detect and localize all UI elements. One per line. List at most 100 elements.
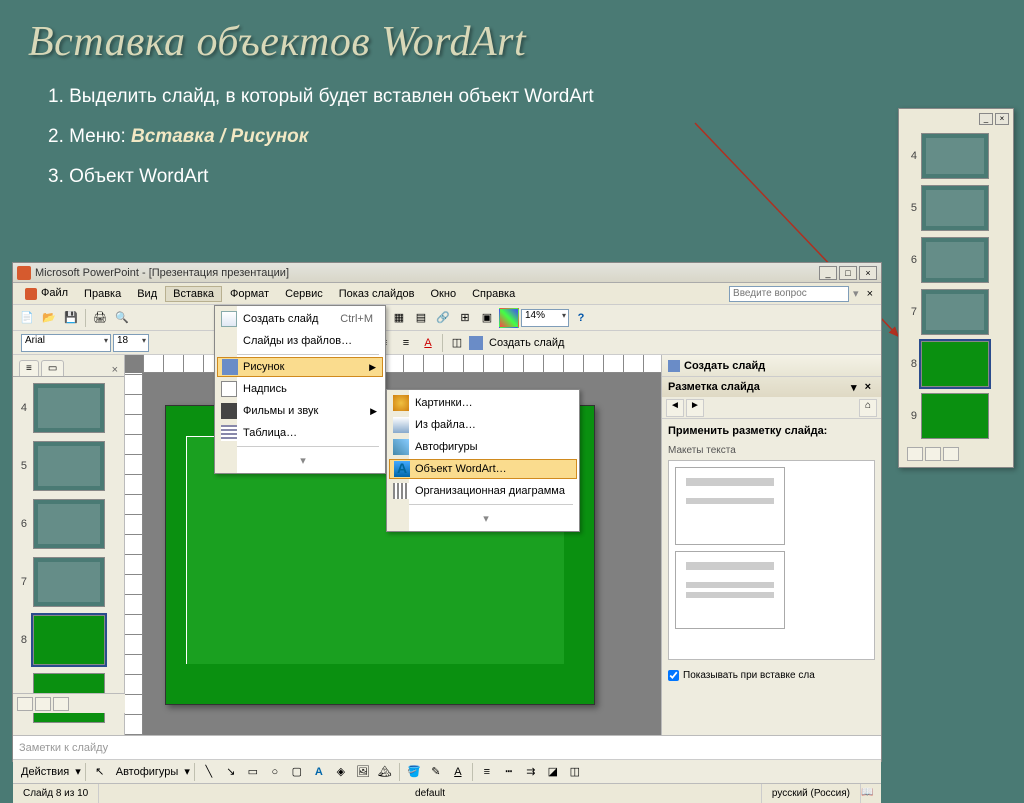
insert-textbox[interactable]: Надпись — [217, 378, 383, 400]
menu-tools[interactable]: Сервис — [277, 286, 331, 302]
table-icon[interactable]: ▦ — [389, 308, 409, 328]
shadow-icon[interactable]: ◪ — [543, 762, 563, 782]
autoshapes-menu[interactable]: Автофигуры — [112, 766, 183, 778]
notes-area[interactable]: Заметки к слайду — [13, 735, 881, 759]
status-spellcheck-icon[interactable]: 📖 — [861, 787, 875, 801]
side-close-icon[interactable]: × — [995, 113, 1009, 125]
indent-inc-icon[interactable]: ≡ — [396, 333, 416, 353]
print-icon[interactable]: 🖨 — [90, 308, 110, 328]
save-icon[interactable]: 💾 — [61, 308, 81, 328]
outline-tab[interactable]: ≡ — [19, 360, 39, 376]
menu-format[interactable]: Формат — [222, 286, 277, 302]
open-icon[interactable]: 📂 — [39, 308, 59, 328]
thumb-7[interactable] — [33, 557, 105, 607]
new-slide-button-icon[interactable] — [469, 336, 483, 350]
fill-icon[interactable]: 🪣 — [404, 762, 424, 782]
panel-close-icon[interactable]: × — [106, 364, 124, 376]
line-style-icon[interactable]: ≡ — [477, 762, 497, 782]
font-color2-icon[interactable]: A — [448, 762, 468, 782]
task-back-icon[interactable]: ◄ — [666, 399, 684, 417]
hyperlink-icon[interactable]: 🔗 — [433, 308, 453, 328]
insert-expand[interactable]: ▾ — [217, 449, 383, 471]
insert-movie-sound[interactable]: Фильмы и звук▶ — [217, 400, 383, 422]
pic-clipart[interactable]: Картинки… — [389, 392, 577, 414]
textbox-icon[interactable]: ▢ — [287, 762, 307, 782]
pic-autoshapes[interactable]: Автофигуры — [389, 436, 577, 458]
expand-icon[interactable]: ⊞ — [455, 308, 475, 328]
side-thumb-8[interactable] — [921, 341, 989, 387]
insert-slides-from-file[interactable]: Слайды из файлов… — [217, 330, 383, 352]
thumb-8[interactable] — [33, 615, 105, 665]
draw-actions-menu[interactable]: Действия — [17, 766, 73, 778]
3d-icon[interactable]: ◫ — [565, 762, 585, 782]
side-thumb-4[interactable] — [921, 133, 989, 179]
arrow-icon[interactable]: ↘ — [221, 762, 241, 782]
insert-picture[interactable]: Рисунок▶ — [217, 357, 383, 377]
minimize-button[interactable]: _ — [819, 266, 837, 280]
maximize-button[interactable]: □ — [839, 266, 857, 280]
menu-edit[interactable]: Правка — [76, 286, 129, 302]
size-combo[interactable]: 18 — [113, 334, 149, 352]
side-min-icon[interactable]: _ — [979, 113, 993, 125]
help-dropdown-icon[interactable]: ▾ — [853, 287, 859, 300]
sorter-view-icon[interactable] — [35, 697, 51, 711]
menu-help[interactable]: Справка — [464, 286, 523, 302]
layout-title[interactable] — [675, 467, 785, 545]
side-thumb-5[interactable] — [921, 185, 989, 231]
zoom-combo[interactable]: 14% — [521, 309, 569, 327]
pic-wordart[interactable]: AОбъект WordArt… — [389, 459, 577, 479]
line-icon[interactable]: ╲ — [199, 762, 219, 782]
preview-icon[interactable]: 🔍 — [112, 308, 132, 328]
font-combo[interactable]: Arial — [21, 334, 111, 352]
show-on-insert-checkbox[interactable] — [668, 670, 679, 681]
task-home-icon[interactable]: ⌂ — [859, 399, 877, 417]
select-icon[interactable]: ↖ — [90, 762, 110, 782]
picture-icon[interactable]: 🏔 — [375, 762, 395, 782]
menu-slideshow[interactable]: Показ слайдов — [331, 286, 423, 302]
layout-title-content[interactable] — [675, 551, 785, 629]
side-thumb-9[interactable] — [921, 393, 989, 439]
task-close-icon[interactable]: × — [861, 381, 875, 393]
new-slide-button[interactable]: Создать слайд — [485, 337, 568, 349]
side-thumb-7[interactable] — [921, 289, 989, 335]
slideshow-view-icon[interactable] — [53, 697, 69, 711]
pic-from-file[interactable]: Из файла… — [389, 414, 577, 436]
task-new-slide-header[interactable]: Создать слайд — [662, 355, 881, 377]
menu-window[interactable]: Окно — [423, 286, 465, 302]
task-fwd-icon[interactable]: ► — [686, 399, 704, 417]
tables-icon[interactable]: ▤ — [411, 308, 431, 328]
side-view-normal-icon[interactable] — [907, 447, 923, 461]
help-icon[interactable]: ? — [571, 308, 591, 328]
help-search-input[interactable] — [729, 286, 849, 302]
slides-tab[interactable]: ▭ — [41, 360, 64, 376]
thumb-5[interactable] — [33, 441, 105, 491]
side-view-sorter-icon[interactable] — [925, 447, 941, 461]
menu-file[interactable]: Файл — [17, 285, 76, 301]
normal-view-icon[interactable] — [17, 697, 33, 711]
thumb-4[interactable] — [33, 383, 105, 433]
line-color-icon[interactable]: ✎ — [426, 762, 446, 782]
doc-close-button[interactable]: × — [863, 288, 877, 300]
side-thumb-6[interactable] — [921, 237, 989, 283]
show-icon[interactable]: ▣ — [477, 308, 497, 328]
new-icon[interactable]: 📄 — [17, 308, 37, 328]
pic-orgchart[interactable]: Организационная диаграмма — [389, 480, 577, 502]
menu-insert[interactable]: Вставка — [165, 286, 222, 302]
design-icon[interactable]: ◫ — [447, 333, 467, 353]
close-button[interactable]: × — [859, 266, 877, 280]
dash-icon[interactable]: ┅ — [499, 762, 519, 782]
pic-expand[interactable]: ▾ — [389, 507, 577, 529]
side-view-show-icon[interactable] — [943, 447, 959, 461]
wordart-icon[interactable]: A — [309, 762, 329, 782]
thumb-6[interactable] — [33, 499, 105, 549]
menu-view[interactable]: Вид — [129, 286, 165, 302]
insert-new-slide[interactable]: Создать слайдCtrl+M — [217, 308, 383, 330]
color-icon[interactable] — [499, 308, 519, 328]
clipart-icon[interactable]: 🖼 — [353, 762, 373, 782]
task-dropdown-icon[interactable]: ▾ — [847, 381, 861, 394]
insert-table[interactable]: Таблица… — [217, 422, 383, 444]
diagram-icon[interactable]: ◈ — [331, 762, 351, 782]
font-color-icon[interactable]: A — [418, 333, 438, 353]
arrow-style-icon[interactable]: ⇉ — [521, 762, 541, 782]
oval-icon[interactable]: ○ — [265, 762, 285, 782]
